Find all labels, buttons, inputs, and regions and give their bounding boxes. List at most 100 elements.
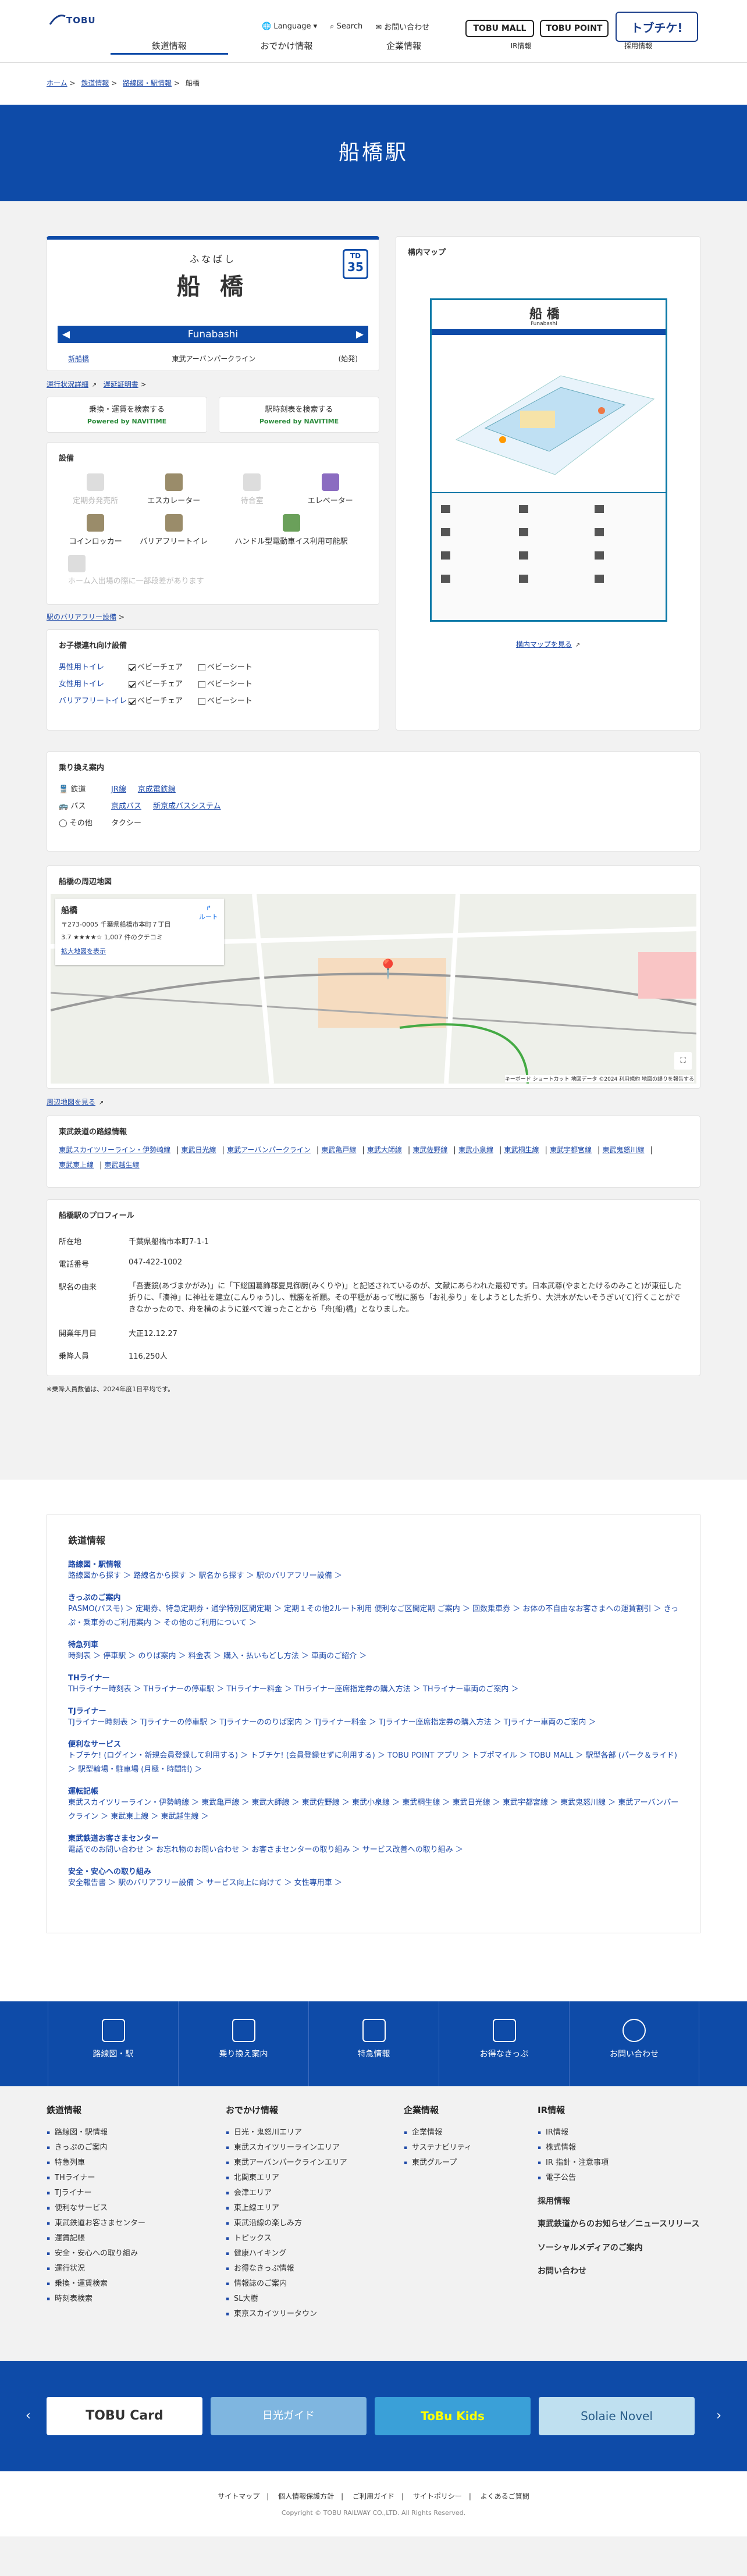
transfer-link-keisei[interactable]: 京成電鉄線 — [138, 783, 176, 794]
transfer-link-keisei-bus[interactable]: 京成バス — [111, 800, 141, 811]
footer-link-guide[interactable]: ご利用ガイド — [353, 2492, 394, 2500]
rail-group-heading[interactable]: きっぷのご案内 — [68, 1591, 679, 1602]
sitemap-link[interactable]: SL大樹 — [226, 2292, 347, 2307]
breadcrumb-home[interactable]: ホーム — [47, 79, 67, 87]
map-route-button[interactable]: ↱ ルート — [199, 904, 218, 921]
footer-link-policy[interactable]: サイトポリシー — [413, 2492, 462, 2500]
map-larger-link[interactable]: 拡大地図を表示 — [61, 946, 218, 956]
sitemap-heading[interactable]: 企業情報 — [404, 2104, 472, 2116]
sitemap-heading[interactable]: 採用情報 — [538, 2195, 700, 2207]
line-link[interactable]: 東武アーバンパークライン — [227, 1142, 311, 1157]
footer-contact[interactable]: お問い合わせ — [569, 2001, 699, 2086]
line-link[interactable]: 東武越生線 — [105, 1157, 140, 1173]
footer-transfer[interactable]: 乗り換え案内 — [178, 2001, 308, 2086]
premises-map-link[interactable]: 構内マップを見る — [516, 640, 572, 649]
rail-group-links[interactable]: トブチケ! (ログイン・新規会員登録して利用する) ＞ トブチケ! (会員登録せ… — [68, 1749, 679, 1777]
sitemap-link[interactable]: 情報誌のご案内 — [226, 2276, 347, 2292]
gnav-ir[interactable]: IR情報 — [463, 37, 580, 55]
sitemap-link[interactable]: 便利なサービス — [47, 2201, 145, 2216]
rail-group-heading[interactable]: 運転記帳 — [68, 1785, 679, 1796]
footer-link-faq[interactable]: よくあるご質問 — [481, 2492, 529, 2500]
sitemap-link[interactable]: 東京スカイツリータウン — [226, 2307, 347, 2322]
sitemap-link[interactable]: 日光・鬼怒川エリア — [226, 2125, 347, 2140]
sitemap-link[interactable]: 会津エリア — [226, 2186, 347, 2201]
line-link[interactable]: 東武小泉線 — [458, 1142, 493, 1157]
sitemap-link[interactable]: 時刻表検索 — [47, 2292, 145, 2307]
footer-tickets[interactable]: お得なきっぷ — [439, 2001, 569, 2086]
rail-group-links[interactable]: THライナー時刻表 ＞ THライナーの停車駅 ＞ THライナー料金 ＞ THライ… — [68, 1683, 679, 1697]
rail-group-heading[interactable]: 特急列車 — [68, 1638, 679, 1649]
rail-group-heading[interactable]: 便利なサービス — [68, 1738, 679, 1749]
premises-map-image[interactable]: 船 橋 Funabashi — [430, 298, 667, 622]
sitemap-link[interactable]: 東武グループ — [404, 2155, 472, 2171]
carousel-prev-icon[interactable]: ‹ — [26, 2408, 31, 2423]
sitemap-link[interactable]: 北関東エリア — [226, 2171, 347, 2186]
sitemap-link[interactable]: 健康ハイキング — [226, 2246, 347, 2261]
rail-group-links[interactable]: 時刻表 ＞ 停車駅 ＞ のりば案内 ＞ 料金表 ＞ 購入・払いもどし方法 ＞ 車… — [68, 1649, 679, 1663]
sitemap-link[interactable]: トピックス — [226, 2231, 347, 2246]
rail-group-heading[interactable]: 路線図・駅情報 — [68, 1558, 679, 1569]
sitemap-link[interactable]: サステナビリティ — [404, 2140, 472, 2155]
rail-group-heading[interactable]: TJライナー — [68, 1705, 679, 1716]
breadcrumb-map[interactable]: 路線図・駅情報 — [123, 79, 172, 87]
sitemap-link[interactable]: きっぷのご案内 — [47, 2140, 145, 2155]
contact-button[interactable]: ✉ お問い合わせ — [375, 21, 429, 32]
footer-limited-express[interactable]: 特急情報 — [308, 2001, 439, 2086]
rail-group-links[interactable]: 安全報告書 ＞ 駅のバリアフリー設備 ＞ サービス向上に向けて ＞ 女性専用車 … — [68, 1876, 679, 1890]
barrier-free-link[interactable]: 駅のバリアフリー設備 — [47, 613, 116, 621]
line-link[interactable]: 東武東上線 — [59, 1157, 94, 1173]
tobu-point-button[interactable]: TOBU POINT — [540, 20, 609, 37]
line-link[interactable]: 東武宇都宮線 — [550, 1142, 592, 1157]
fullscreen-icon[interactable]: ⛶ — [674, 1052, 692, 1070]
sitemap-heading[interactable]: ソーシャルメディアのご案内 — [538, 2242, 700, 2253]
sitemap-heading[interactable]: おでかけ情報 — [226, 2104, 347, 2116]
sitemap-link[interactable]: 株式情報 — [538, 2140, 700, 2155]
banner-solaie[interactable]: Solaie Novel — [539, 2397, 695, 2435]
line-link[interactable]: 東武大師線 — [367, 1142, 402, 1157]
gnav-recruit[interactable]: 採用情報 — [579, 37, 697, 55]
sitemap-link[interactable]: TJライナー — [47, 2186, 145, 2201]
sitemap-link[interactable]: 運賃記帳 — [47, 2231, 145, 2246]
sitemap-link[interactable]: お得なきっぷ情報 — [226, 2261, 347, 2276]
delay-cert-link[interactable]: 遅延証明書 — [104, 380, 138, 389]
sitemap-link[interactable]: IR情報 — [538, 2125, 700, 2140]
sitemap-heading[interactable]: IR情報 — [538, 2104, 700, 2116]
line-link[interactable]: 東武日光線 — [182, 1142, 216, 1157]
sitemap-link[interactable]: 安全・安心への取り組み — [47, 2246, 145, 2261]
sitemap-link[interactable]: 路線図・駅情報 — [47, 2125, 145, 2140]
gnav-outing[interactable]: おでかけ情報 — [228, 37, 346, 55]
rail-group-links[interactable]: PASMO(パスモ) ＞ 定期券、特急定期券・通学特別区間定期 ＞ 定期１その他… — [68, 1602, 679, 1630]
sitemap-link[interactable]: 乗換・運賃検索 — [47, 2276, 145, 2292]
line-link[interactable]: 東武スカイツリーライン・伊勢崎線 — [59, 1142, 170, 1157]
google-map[interactable]: 📍 船橋 〒273-0005 千葉県船橋市本町７丁目 3.7 ★★★★☆ 1,0… — [51, 894, 696, 1084]
rail-group-links[interactable]: 電話でのお問い合わせ ＞ お忘れ物のお問い合わせ ＞ お客さまセンターの取り組み… — [68, 1843, 679, 1857]
sitemap-link[interactable]: 運行状況 — [47, 2261, 145, 2276]
sitemap-heading[interactable]: 鉄道情報 — [47, 2104, 145, 2116]
sitemap-heading[interactable]: お問い合わせ — [538, 2265, 700, 2276]
rail-group-links[interactable]: 路線図から探す ＞ 路線名から探す ＞ 駅名から探す ＞ 駅のバリアフリー設備 … — [68, 1569, 679, 1583]
sitemap-link[interactable]: 東武鉄道お客さまセンター — [47, 2216, 145, 2231]
fare-search-button[interactable]: 乗換・運賃を検索する Powered by NAVITIME — [47, 397, 207, 433]
footer-route-map[interactable]: 路線図・駅 — [48, 2001, 178, 2086]
status-link[interactable]: 運行状況詳細 — [47, 380, 88, 389]
carousel-next-icon[interactable]: › — [716, 2408, 721, 2423]
prev-station-link[interactable]: 新船橋 — [68, 354, 89, 364]
sitemap-link[interactable]: 東武沿線の楽しみ方 — [226, 2216, 347, 2231]
sitemap-link[interactable]: 東武スカイツリーラインエリア — [226, 2140, 347, 2155]
line-link[interactable]: 東武桐生線 — [504, 1142, 539, 1157]
banner-tobu-card[interactable]: TOBU Card — [47, 2397, 202, 2435]
sitemap-link[interactable]: 電子公告 — [538, 2171, 700, 2186]
sitemap-link[interactable]: 特急列車 — [47, 2155, 145, 2171]
gnav-rail[interactable]: 鉄道情報 — [111, 37, 228, 55]
tobu-mall-button[interactable]: TOBU MALL — [465, 20, 534, 37]
breadcrumb-rail[interactable]: 鉄道情報 — [81, 79, 109, 87]
sitemap-link[interactable]: IR 指針・注意事項 — [538, 2155, 700, 2171]
transfer-link-jr[interactable]: JR線 — [111, 783, 126, 794]
timetable-search-button[interactable]: 駅時刻表を検索する Powered by NAVITIME — [219, 397, 379, 433]
sitemap-link[interactable]: THライナー — [47, 2171, 145, 2186]
rail-group-links[interactable]: TJライナー時刻表 ＞ TJライナーの停車駅 ＞ TJライナーののりば案内 ＞ … — [68, 1716, 679, 1730]
gnav-corporate[interactable]: 企業情報 — [345, 37, 463, 55]
line-link[interactable]: 東武亀戸線 — [321, 1142, 356, 1157]
sitemap-heading[interactable]: 東武鉄道からのお知らせ／ニュースリリース — [538, 2218, 700, 2230]
rail-group-heading[interactable]: 安全・安心への取り組み — [68, 1865, 679, 1876]
